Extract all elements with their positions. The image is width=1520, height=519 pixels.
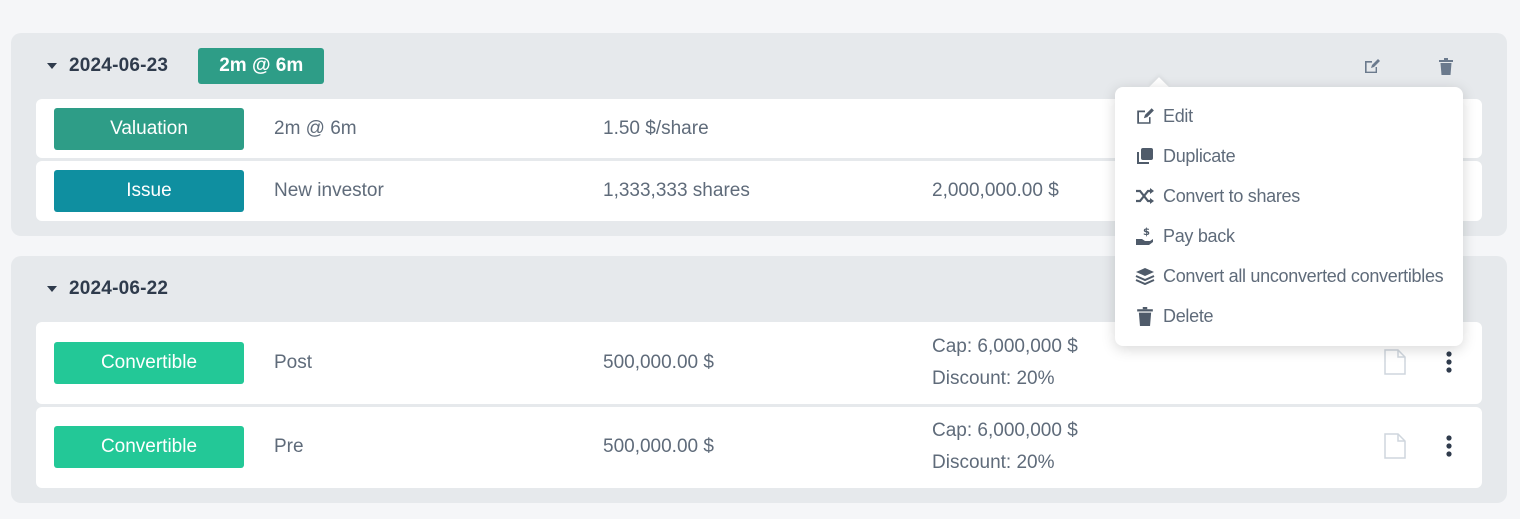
document-icon[interactable] xyxy=(1384,433,1406,459)
menu-item-label: Delete xyxy=(1163,305,1214,326)
cap-text: Cap: 6,000,000 $ xyxy=(932,420,1078,441)
svg-text:$: $ xyxy=(1143,227,1150,238)
row-amount: 2,000,000.00 $ xyxy=(932,180,1059,201)
discount-text: Discount: 20% xyxy=(932,368,1055,389)
menu-item-pay-back[interactable]: $ Pay back xyxy=(1135,223,1235,249)
actions-dropdown-menu: Edit Duplicate Convert to shares $ Pay b… xyxy=(1115,87,1463,346)
caret-down-icon xyxy=(47,63,57,69)
row-shares: 1,333,333 shares xyxy=(603,180,750,201)
menu-item-label: Edit xyxy=(1163,105,1193,126)
trash-icon xyxy=(1135,306,1155,326)
row-terms: Cap: 6,000,000 $ Discount: 20% xyxy=(932,415,1078,479)
edit-icon xyxy=(1135,106,1155,126)
copy-icon xyxy=(1135,146,1155,166)
row-amount: 500,000.00 $ xyxy=(603,352,714,373)
row-description: New investor xyxy=(274,180,384,201)
menu-item-label: Pay back xyxy=(1163,225,1235,246)
hand-dollar-icon: $ xyxy=(1135,226,1155,246)
row-price: 1.50 $/share xyxy=(603,118,709,139)
group-date: 2024-06-23 xyxy=(69,55,169,76)
cap-text: Cap: 6,000,000 $ xyxy=(932,336,1078,357)
kebab-menu-icon[interactable] xyxy=(1437,433,1461,459)
table-row[interactable]: Convertible Pre 500,000.00 $ Cap: 6,000,… xyxy=(36,407,1482,488)
type-badge: Convertible xyxy=(54,342,244,384)
group-date: 2024-06-22 xyxy=(69,278,169,299)
document-icon[interactable] xyxy=(1384,349,1406,375)
menu-item-convert-all[interactable]: Convert all unconverted convertibles xyxy=(1135,263,1444,289)
edit-icon[interactable] xyxy=(1360,54,1384,78)
shuffle-icon xyxy=(1135,186,1155,206)
row-terms: Cap: 6,000,000 $ Discount: 20% xyxy=(932,331,1078,395)
row-amount: 500,000.00 $ xyxy=(603,436,714,457)
menu-item-convert-to-shares[interactable]: Convert to shares xyxy=(1135,183,1300,209)
row-description: Post xyxy=(274,352,313,373)
group-header-toggle[interactable]: 2024-06-22 xyxy=(47,271,168,307)
type-badge: Convertible xyxy=(54,426,244,468)
trash-icon[interactable] xyxy=(1434,54,1458,78)
caret-down-icon xyxy=(47,286,57,292)
discount-text: Discount: 20% xyxy=(932,452,1055,473)
menu-item-label: Duplicate xyxy=(1163,145,1236,166)
type-badge: Issue xyxy=(54,170,244,212)
type-badge: Valuation xyxy=(54,108,244,150)
menu-item-delete[interactable]: Delete xyxy=(1135,303,1214,329)
menu-item-edit[interactable]: Edit xyxy=(1135,103,1193,129)
group-summary-badge: 2m @ 6m xyxy=(198,48,325,84)
menu-item-label: Convert all unconverted convertibles xyxy=(1163,265,1444,286)
kebab-menu-icon[interactable] xyxy=(1437,349,1461,375)
menu-item-label: Convert to shares xyxy=(1163,185,1300,206)
layers-icon xyxy=(1135,266,1155,286)
group-header-toggle[interactable]: 2024-06-23 2m @ 6m xyxy=(47,48,325,84)
row-description: 2m @ 6m xyxy=(274,118,357,139)
menu-item-duplicate[interactable]: Duplicate xyxy=(1135,143,1236,169)
row-description: Pre xyxy=(274,436,304,457)
